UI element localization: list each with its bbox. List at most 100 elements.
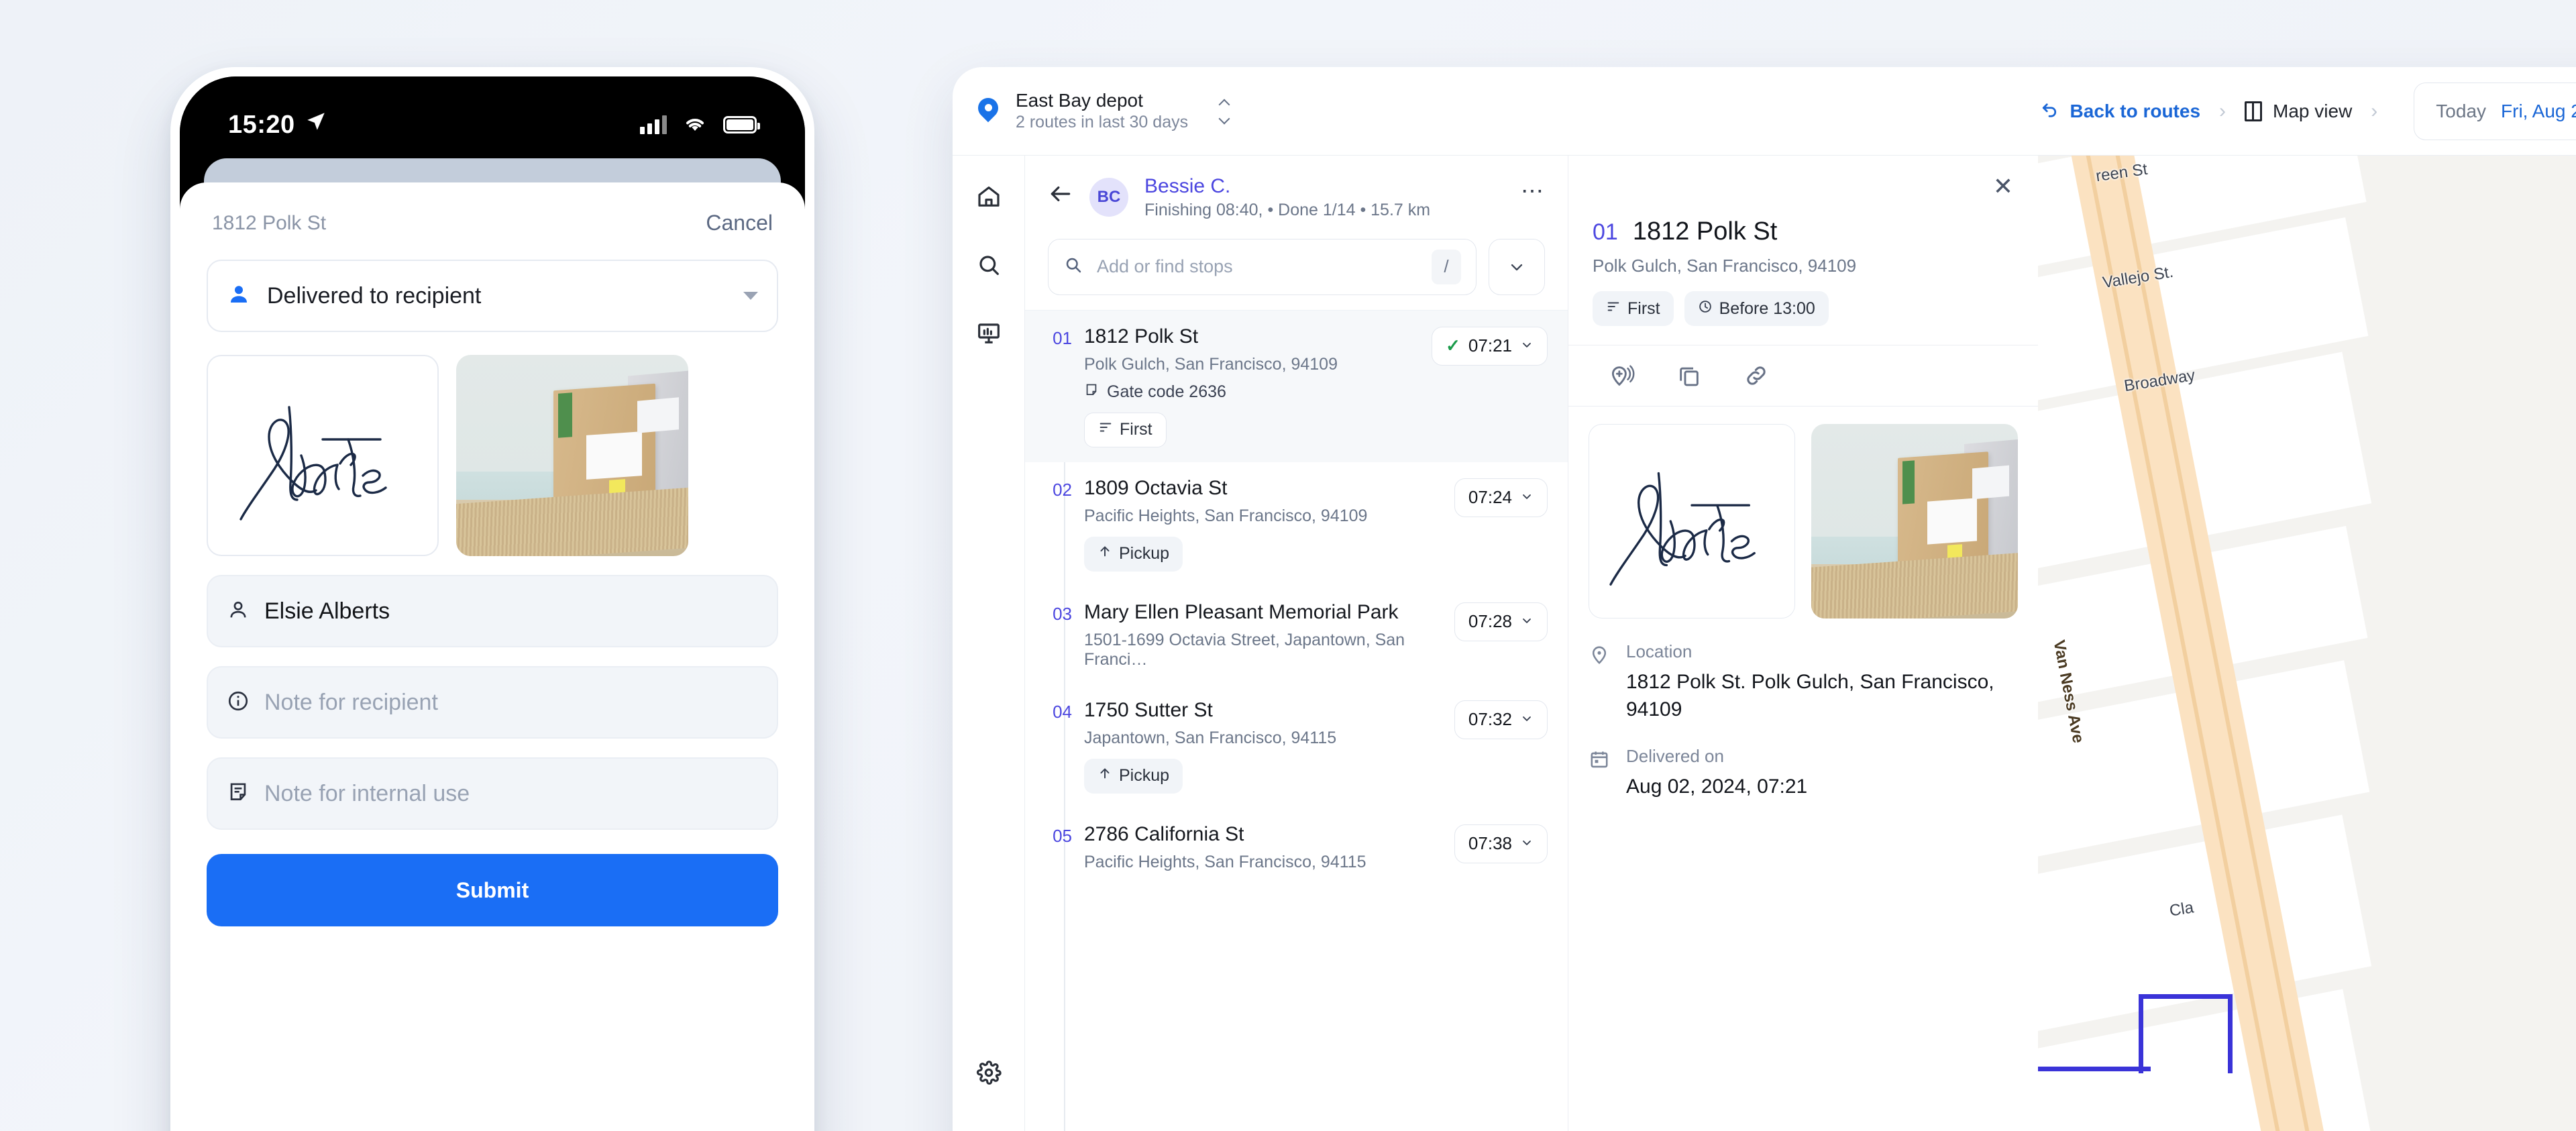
stop-number: 03 [1053,603,1072,624]
table-row[interactable]: 02 1809 Octavia St Pacific Heights, San Fr… [1025,462,1568,586]
map-pin-outline-icon [1589,641,1611,723]
stops-options-button[interactable] [1489,238,1545,295]
detail-proof-row [1568,407,2038,618]
note-for-recipient-field[interactable]: Note for recipient [207,666,778,739]
search-input[interactable]: Add or find stops / [1048,238,1477,295]
delivery-status-select[interactable]: Delivered to recipient [207,260,778,332]
app-body: BC Bessie C. Finishing 08:40, • Done 1/1… [953,156,2576,1131]
info-location-text: Location 1812 Polk St. Polk Gulch, San F… [1626,641,2018,723]
stop-title: 1809 Octavia St [1084,476,1228,499]
table-row[interactable]: 04 1750 Sutter St Japantown, San Francisco… [1025,684,1568,808]
recipient-name-value: Elsie Alberts [264,598,390,624]
map-pin-icon [978,98,998,125]
depot-name: East Bay depot [1016,90,1143,111]
table-row[interactable]: 03 Mary Ellen Pleasant Memorial Park 1501-… [1025,586,1568,684]
driver-name: Bessie C. [1144,175,1231,197]
chip-time-window: Before 13:00 [1684,291,1829,326]
note-for-internal-field[interactable]: Note for internal use [207,757,778,830]
chip-label: First [1120,420,1152,439]
street-label-clay: Cla [2168,898,2195,920]
phone-screen: 15:20 1812 Polk St Cancel Delivered to r… [180,76,805,1131]
map-view-button[interactable]: Map view [2245,101,2352,122]
route-path [2038,998,2151,1071]
detail-actions [1568,345,2038,407]
sidebar-item-home[interactable] [973,181,1004,212]
signature-card[interactable] [207,355,439,556]
date-selector[interactable]: Today Fri, Aug 2 Rou [2414,82,2576,140]
stop-address: Pacific Heights, San Francisco, 94115 [1084,852,1366,871]
info-delivered-label: Delivered on [1626,746,1724,766]
search-icon [1063,255,1083,278]
signature-image [1609,472,1756,586]
chevron-down-icon [1520,833,1534,854]
chevron-down-icon [1520,709,1534,730]
breadcrumb-separator-2: › [2371,99,2378,122]
stop-eta-button[interactable]: 07:38 [1454,824,1548,863]
stop-chips: First [1084,412,1419,447]
phone-status-bar: 15:20 [180,76,805,157]
note-icon [227,781,250,807]
add-stop-pin-icon[interactable] [1589,363,1656,388]
close-icon[interactable]: ✕ [1990,172,2017,200]
stop-detail-panel: ✕ 01 1812 Polk St Polk Gulch, San Franci… [1568,156,2038,1131]
book-map-icon [2245,101,2263,121]
link-icon[interactable] [1723,363,1790,388]
undo-arrow-icon [2039,99,2059,124]
info-delivered-value: Aug 02, 2024, 07:21 [1626,775,1808,798]
copy-icon[interactable] [1656,363,1723,388]
stop-chips: Pickup [1084,758,1442,794]
depot-text: East Bay depot 2 routes in last 30 days [1016,89,1188,133]
stop-number: 05 [1053,825,1072,846]
package-photo-art [456,355,688,556]
map-view[interactable]: reen St Vallejo St. Broadway Van Ness Av… [2038,156,2576,1131]
map-view-label: Map view [2273,100,2353,121]
sidebar-item-search[interactable] [973,250,1004,280]
back-to-routes-button[interactable]: Back to routes [2039,99,2200,124]
detail-chips: First Before 13:00 [1593,291,2014,326]
stop-title: 1750 Sutter St [1084,698,1213,721]
table-row[interactable]: 01 1812 Polk St Polk Gulch, San Francisco,… [1025,310,1568,462]
arrow-left-icon[interactable] [1048,181,1073,213]
sidebar-item-settings[interactable] [973,1057,1004,1088]
sidebar-item-learning[interactable] [973,1126,1004,1131]
stops-panel-header: BC Bessie C. Finishing 08:40, • Done 1/1… [1025,156,1568,311]
stop-eta-button[interactable]: ✓ 07:21 [1432,326,1548,366]
depot-selector[interactable]: East Bay depot 2 routes in last 30 days [978,89,1230,133]
detail-delivery-photo[interactable] [1811,424,2018,618]
stops-list[interactable]: 01 1812 Polk St Polk Gulch, San Francisco,… [1025,310,1568,1131]
person-outline-icon [227,598,250,625]
stop-eta: 07:38 [1468,833,1512,853]
cellular-signal-icon [640,115,667,134]
info-circle-icon [227,690,250,716]
search-row: Add or find stops / [1048,238,1545,295]
cancel-button[interactable]: Cancel [706,211,773,235]
arrow-up-icon [1097,766,1112,786]
package-photo-art [1811,424,2018,618]
chip-label: Pickup [1119,544,1170,563]
battery-icon [723,116,760,133]
web-app-window: East Bay depot 2 routes in last 30 days … [953,67,2576,1131]
stop-number: 02 [1053,479,1072,500]
stop-eta: 07:24 [1468,487,1512,507]
detail-signature-card[interactable] [1589,424,1796,618]
more-horizontal-icon[interactable]: ⋯ [1521,178,1545,217]
detail-info-block: Location 1812 Polk St. Polk Gulch, San F… [1568,618,2038,824]
stop-address: Pacific Heights, San Francisco, 94109 [1084,506,1368,525]
note-for-internal-placeholder: Note for internal use [264,780,470,806]
detail-stop-title: 1812 Polk St [1632,217,1778,246]
stop-eta-button[interactable]: 07:28 [1454,602,1548,641]
delivery-photo[interactable] [456,355,688,556]
stop-eta-button[interactable]: 07:32 [1454,700,1548,739]
chevron-up-down-icon[interactable] [1219,98,1230,125]
stop-title: 1812 Polk St [1084,325,1199,347]
sidebar-item-reports[interactable] [973,318,1004,349]
stop-address: Polk Gulch, San Francisco, 94109 [1084,354,1338,374]
stop-eta-button[interactable]: 07:24 [1454,478,1548,517]
stop-content: Mary Ellen Pleasant Memorial Park 1501-16… [1084,601,1442,669]
recipient-name-field[interactable]: Elsie Alberts [207,575,778,647]
clock-icon [1698,299,1713,319]
table-row[interactable]: 05 2786 California St Pacific Heights, San… [1025,808,1568,887]
driver-info[interactable]: Bessie C. Finishing 08:40, • Done 1/14 •… [1144,173,1505,221]
submit-button[interactable]: Submit [207,854,778,926]
chip-first-label: First [1627,299,1660,318]
